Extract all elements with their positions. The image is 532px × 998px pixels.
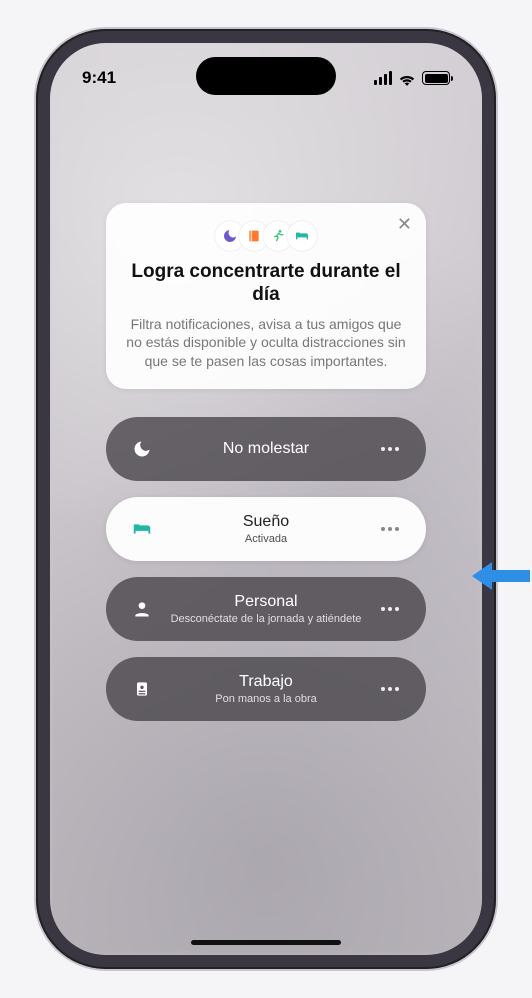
- dynamic-island: [196, 57, 336, 95]
- status-time: 9:41: [82, 68, 116, 88]
- iphone-device-frame: 9:41 ✕: [36, 29, 496, 969]
- more-icon[interactable]: [378, 607, 402, 611]
- mode-label: Sueño: [243, 513, 289, 531]
- bed-icon: [130, 517, 154, 541]
- badge-icon: [130, 677, 154, 701]
- card-description: Filtra notificaciones, avisa a tus amigo…: [126, 315, 406, 372]
- home-indicator[interactable]: [191, 940, 341, 945]
- more-icon[interactable]: [378, 687, 402, 691]
- status-right: [374, 71, 451, 85]
- more-icon[interactable]: [378, 447, 402, 451]
- moon-icon: [130, 437, 154, 461]
- focus-mode-work[interactable]: Trabajo Pon manos a la obra: [106, 657, 426, 721]
- cellular-signal-icon: [374, 71, 393, 85]
- focus-mode-sleep[interactable]: Sueño Activada: [106, 497, 426, 561]
- focus-overlay: ✕ Logra concentrarte durante el dí: [50, 43, 482, 955]
- focus-mode-personal[interactable]: Personal Desconéctate de la jornada y at…: [106, 577, 426, 641]
- close-icon[interactable]: ✕: [397, 215, 412, 233]
- person-icon: [130, 597, 154, 621]
- mode-sublabel: Desconéctate de la jornada y atiéndete: [171, 613, 362, 626]
- focus-mode-do-not-disturb[interactable]: No molestar: [106, 417, 426, 481]
- screen: 9:41 ✕: [50, 43, 482, 955]
- focus-mode-list: No molestar Sueño Activada: [106, 417, 426, 721]
- mode-sublabel: Pon manos a la obra: [215, 693, 317, 706]
- focus-info-card: ✕ Logra concentrarte durante el dí: [106, 203, 426, 389]
- bed-icon: [287, 221, 317, 251]
- mode-label: No molestar: [223, 440, 309, 458]
- more-icon[interactable]: [378, 527, 402, 531]
- mode-label: Personal: [234, 593, 297, 611]
- wifi-icon: [398, 72, 416, 85]
- mode-sublabel: Activada: [245, 533, 287, 546]
- card-title: Logra concentrarte durante el día: [126, 261, 406, 307]
- mode-label: Trabajo: [239, 673, 293, 691]
- callout-arrow-icon: [462, 554, 532, 598]
- card-icon-row: [126, 221, 406, 251]
- battery-icon: [422, 71, 450, 85]
